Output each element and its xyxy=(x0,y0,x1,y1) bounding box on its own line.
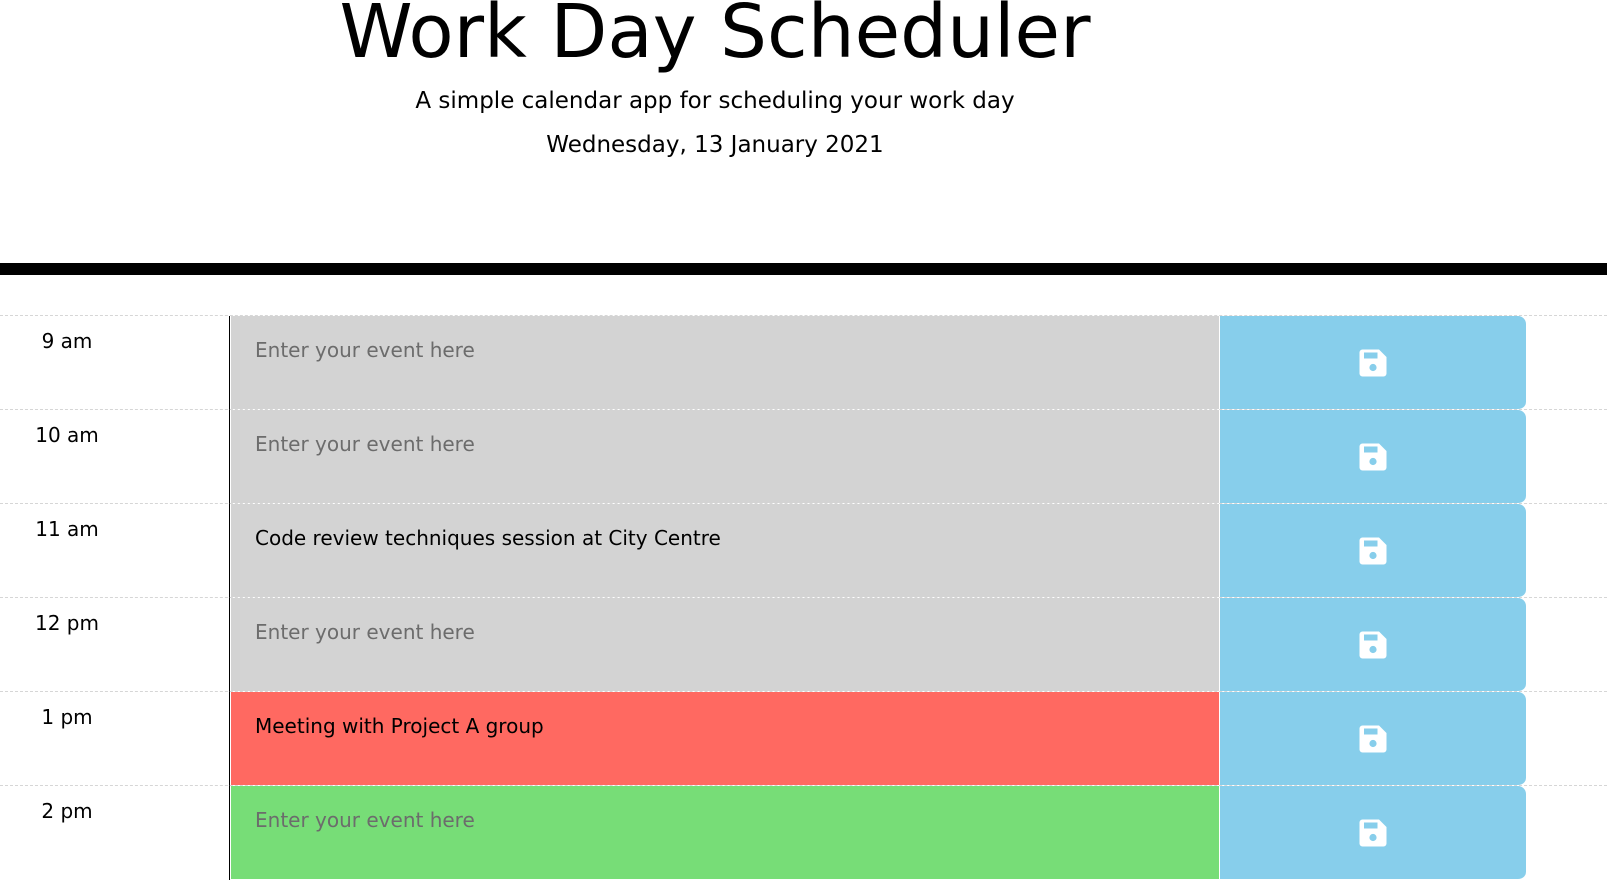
hour-label: 11 am xyxy=(0,504,230,598)
hour-label: 2 pm xyxy=(0,786,230,880)
time-block: 2 pm xyxy=(0,785,1607,880)
schedule: 9 am 10 am 11 am Code review techniques … xyxy=(0,315,1607,880)
save-button[interactable] xyxy=(1220,692,1526,786)
hour-label: 12 pm xyxy=(0,598,230,692)
hour-label: 9 am xyxy=(0,316,230,410)
floppy-disk-icon xyxy=(1359,631,1387,658)
floppy-disk-icon xyxy=(1359,443,1387,470)
time-block: 11 am Code review techniques session at … xyxy=(0,503,1607,598)
event-input[interactable] xyxy=(231,410,1220,504)
time-block: 12 pm xyxy=(0,597,1607,692)
time-block: 10 am xyxy=(0,409,1607,504)
event-input[interactable] xyxy=(231,786,1220,880)
event-input[interactable]: Code review techniques session at City C… xyxy=(231,504,1220,598)
floppy-disk-icon xyxy=(1359,537,1387,564)
save-button[interactable] xyxy=(1220,786,1526,880)
save-button[interactable] xyxy=(1220,598,1526,692)
time-block: 1 pm Meeting with Project A group xyxy=(0,691,1607,786)
event-input[interactable] xyxy=(231,316,1220,410)
current-day: Wednesday, 13 January 2021 xyxy=(546,132,884,158)
floppy-disk-icon xyxy=(1359,349,1387,376)
header-divider xyxy=(0,263,1607,275)
page-subtitle: A simple calendar app for scheduling you… xyxy=(415,88,1015,114)
hour-label: 10 am xyxy=(0,410,230,504)
page-title: Work Day Scheduler xyxy=(339,0,1091,75)
time-block: 9 am xyxy=(0,315,1607,410)
event-input[interactable] xyxy=(231,598,1220,692)
hour-label: 1 pm xyxy=(0,692,230,786)
save-button[interactable] xyxy=(1220,316,1526,410)
save-button[interactable] xyxy=(1220,504,1526,598)
floppy-disk-icon xyxy=(1359,725,1387,752)
floppy-disk-icon xyxy=(1359,819,1387,846)
page-header: Work Day Scheduler A simple calendar app… xyxy=(0,0,1607,263)
save-button[interactable] xyxy=(1220,410,1526,504)
event-input[interactable]: Meeting with Project A group xyxy=(231,692,1220,786)
